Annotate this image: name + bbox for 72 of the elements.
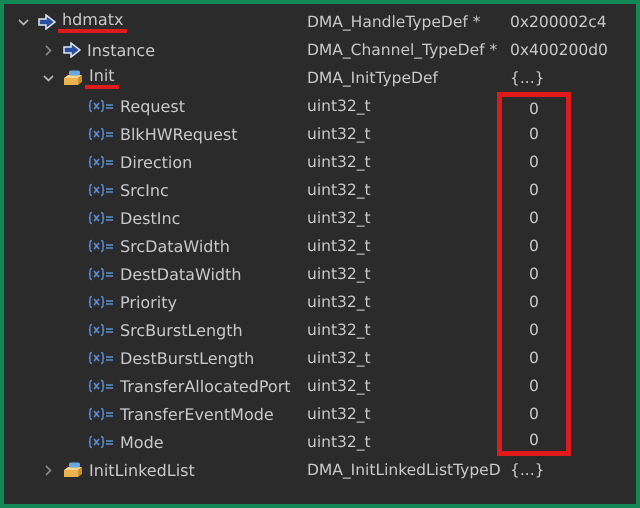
- variable-name: DestInc: [120, 208, 180, 228]
- type-text: uint32_t: [307, 405, 371, 423]
- variable-name: Direction: [120, 152, 192, 172]
- variable-name: Mode: [120, 432, 164, 452]
- value-text: 0: [529, 430, 539, 448]
- variable-name: Init: [85, 67, 119, 89]
- type-text: uint32_t: [307, 237, 371, 255]
- type-text: uint32_t: [307, 125, 371, 143]
- variable-name: DestDataWidth: [120, 264, 242, 284]
- value-text: 0x400200d0: [510, 41, 608, 59]
- value-text: 0: [529, 153, 539, 171]
- folder-icon: [63, 462, 83, 478]
- value-text: 0: [529, 321, 539, 339]
- value-text: 0: [529, 209, 539, 227]
- variable-icon: [88, 435, 114, 449]
- variable-name: Instance: [87, 40, 156, 60]
- type-text: uint32_t: [307, 377, 371, 395]
- value-text: 0: [529, 125, 539, 143]
- arrow-icon: [38, 14, 56, 30]
- variable-icon: [88, 183, 114, 197]
- variable-name: TransferEventMode: [120, 404, 274, 424]
- value-text: 0: [529, 181, 539, 199]
- chevron-right-icon[interactable]: [43, 44, 54, 56]
- variable-icon: [88, 351, 114, 365]
- value-text: 0: [529, 237, 539, 255]
- variable-name: TransferAllocatedPort: [120, 376, 291, 396]
- value-text: 0: [529, 293, 539, 311]
- variable-icon: [88, 155, 114, 169]
- value-text: 0: [529, 265, 539, 283]
- variable-icon: [88, 239, 114, 253]
- type-text: uint32_t: [307, 153, 371, 171]
- variable-icon: [88, 295, 114, 309]
- variable-name: SrcInc: [120, 180, 169, 200]
- value-text: 0: [529, 405, 539, 423]
- type-text: uint32_t: [307, 181, 371, 199]
- variable-name: Request: [120, 96, 185, 116]
- variable-icon: [88, 127, 114, 141]
- value-text: 0: [529, 377, 539, 395]
- variable-name: InitLinkedList: [89, 460, 195, 480]
- type-text: uint32_t: [307, 349, 371, 367]
- type-text: uint32_t: [307, 209, 371, 227]
- variable-icon: [88, 99, 114, 113]
- variable-name: DestBurstLength: [120, 348, 254, 368]
- value-text: 0: [529, 349, 539, 367]
- variable-icon: [88, 407, 114, 421]
- variable-name: BlkHWRequest: [120, 124, 238, 144]
- type-text: uint32_t: [307, 293, 371, 311]
- type-text: DMA_InitTypeDef: [307, 69, 438, 87]
- variable-icon: [88, 379, 114, 393]
- type-text: DMA_HandleTypeDef *: [307, 13, 481, 31]
- variable-icon: [88, 323, 114, 337]
- chevron-down-icon[interactable]: [18, 16, 29, 28]
- variable-name: SrcBurstLength: [120, 320, 243, 340]
- type-text: uint32_t: [307, 97, 371, 115]
- variable-icon: [88, 211, 114, 225]
- variable-name: Priority: [120, 292, 177, 312]
- chevron-right-icon[interactable]: [43, 464, 54, 476]
- type-text: DMA_Channel_TypeDef *: [307, 41, 498, 59]
- variable-name: hdmatx: [58, 11, 128, 33]
- value-text: 0x200002c4: [510, 13, 607, 31]
- chevron-down-icon[interactable]: [43, 72, 54, 84]
- value-text: {...}: [510, 461, 545, 479]
- arrow-icon: [63, 42, 81, 58]
- type-text: uint32_t: [307, 321, 371, 339]
- value-text: {...}: [510, 69, 545, 87]
- type-text: DMA_InitLinkedListTypeD: [307, 461, 501, 479]
- type-text: uint32_t: [307, 265, 371, 283]
- variable-name: SrcDataWidth: [120, 236, 230, 256]
- folder-icon: [63, 70, 83, 86]
- value-text: 0: [529, 100, 539, 118]
- type-text: uint32_t: [307, 433, 371, 451]
- variable-icon: [88, 267, 114, 281]
